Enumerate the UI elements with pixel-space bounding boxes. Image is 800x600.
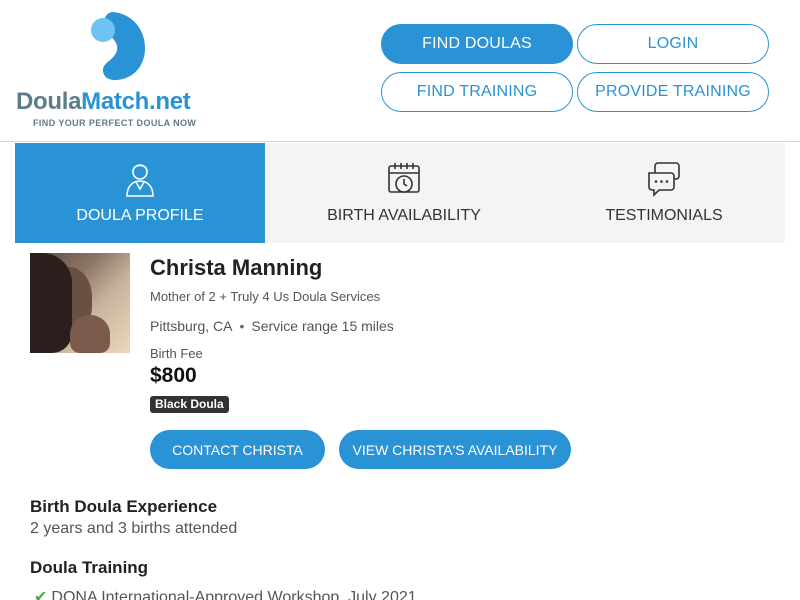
training-title: Doula Training xyxy=(30,558,149,577)
doula-city: Pittsburg, CA xyxy=(150,318,233,334)
tab-label: BIRTH AVAILABILITY xyxy=(327,207,481,224)
experience-title: Birth Doula Experience xyxy=(30,497,218,516)
photo-hair xyxy=(30,253,72,353)
tab-birth-availability[interactable]: BIRTH AVAILABILITY xyxy=(265,143,543,243)
doula-photo xyxy=(30,253,130,353)
find-doulas-button[interactable]: FIND DOULAS xyxy=(381,24,573,64)
calendar-clock-icon xyxy=(388,163,420,193)
doula-badge: Black Doula xyxy=(150,396,229,413)
chat-bubbles-icon xyxy=(648,162,680,197)
person-icon xyxy=(126,164,154,197)
check-icon: ✔ xyxy=(34,589,48,600)
profile-tabs: DOULA PROFILE BIRTH AVAILABILITY TESTIMO… xyxy=(15,143,785,243)
tab-doula-profile[interactable]: DOULA PROFILE xyxy=(15,143,265,243)
separator-dot: • xyxy=(239,318,245,334)
logo-tagline: FIND YOUR PERFECT DOULA NOW xyxy=(33,118,197,128)
training-item-text: DONA International-Approved Workshop, Ju… xyxy=(51,589,417,600)
birth-fee-label: Birth Fee xyxy=(150,346,203,361)
login-button[interactable]: LOGIN xyxy=(577,24,769,64)
find-training-button[interactable]: FIND TRAINING xyxy=(381,72,573,112)
training-item: ✔ DONA International-Approved Workshop, J… xyxy=(34,587,417,600)
site-logo[interactable]: DoulaMatch.net FIND YOUR PERFECT DOULA N… xyxy=(16,10,216,132)
doula-location: Pittsburg, CA • Service range 15 miles xyxy=(150,318,394,334)
tab-label: DOULA PROFILE xyxy=(76,207,204,224)
site-header: DoulaMatch.net FIND YOUR PERFECT DOULA N… xyxy=(0,0,800,142)
photo-hand xyxy=(70,315,110,353)
service-range: Service range 15 miles xyxy=(251,318,394,334)
logo-mark-icon xyxy=(91,12,145,80)
provide-training-button[interactable]: PROVIDE TRAINING xyxy=(577,72,769,112)
birth-fee-value: $800 xyxy=(150,364,197,387)
experience-text: 2 years and 3 births attended xyxy=(30,520,238,537)
tab-testimonials[interactable]: TESTIMONIALS xyxy=(543,143,785,243)
view-availability-button[interactable]: VIEW CHRISTA'S AVAILABILITY xyxy=(339,430,571,469)
doula-agency: Mother of 2 + Truly 4 Us Doula Services xyxy=(150,289,381,304)
logo-wordmark: DoulaMatch.net xyxy=(16,88,191,115)
doula-name: Christa Manning xyxy=(150,255,323,280)
tab-label: TESTIMONIALS xyxy=(605,207,723,224)
contact-button[interactable]: CONTACT CHRISTA xyxy=(150,430,325,469)
